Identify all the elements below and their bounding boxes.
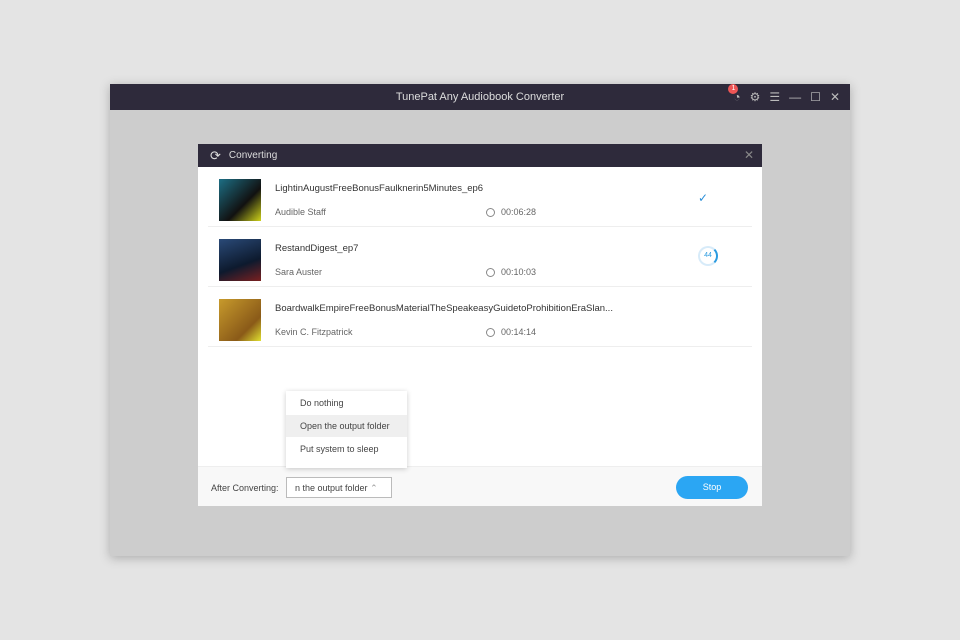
clock-icon	[486, 327, 495, 337]
settings-icon[interactable]: ⚙	[750, 90, 761, 104]
after-converting-label: After Converting:	[211, 483, 279, 493]
progress-ring: 44	[698, 246, 718, 266]
after-converting-select[interactable]: n the output folder ⌃	[286, 477, 392, 498]
history-icon[interactable]: ◔ 1	[728, 84, 741, 104]
list-item: LightinAugustFreeBonusFaulknerin5Minutes…	[208, 167, 752, 227]
minimize-button[interactable]: —	[789, 90, 801, 104]
option-sleep[interactable]: Put system to sleep	[286, 438, 407, 460]
dialog-close-icon[interactable]: ✕	[744, 148, 754, 162]
converting-dialog: ⟳ Converting ✕ LightinAugustFreeBonusFau…	[198, 144, 762, 506]
item-title: BoardwalkEmpireFreeBonusMaterialTheSpeak…	[275, 303, 613, 314]
app-title: TunePat Any Audiobook Converter	[395, 91, 565, 103]
maximize-button[interactable]: ☐	[810, 90, 821, 104]
option-open-output-folder[interactable]: Open the output folder	[286, 415, 407, 437]
check-icon: ✓	[698, 191, 709, 205]
list-item: BoardwalkEmpireFreeBonusMaterialTheSpeak…	[208, 287, 752, 347]
dialog-header: ⟳ Converting ✕	[198, 144, 762, 167]
item-author: Kevin C. Fitzpatrick	[275, 327, 353, 337]
item-duration: 00:06:28	[501, 207, 537, 217]
cover-image	[219, 299, 261, 341]
clock-icon	[486, 267, 495, 277]
dialog-title: Converting	[228, 150, 278, 161]
item-title: RestandDigest_ep7	[275, 243, 359, 254]
close-button[interactable]: ✕	[830, 90, 840, 104]
clock-icon	[486, 207, 495, 217]
dialog-footer: After Converting: n the output folder ⌃ …	[198, 466, 762, 506]
stop-button[interactable]: Stop	[676, 476, 748, 499]
item-duration: 00:14:14	[501, 327, 537, 337]
item-author: Sara Auster	[275, 267, 323, 277]
cover-image	[219, 239, 261, 281]
app-window: TunePat Any Audiobook Converter ◔ 1 ⚙ ☰ —…	[110, 84, 850, 556]
title-bar: TunePat Any Audiobook Converter ◔ 1 ⚙ ☰ —…	[110, 84, 850, 110]
list-item: RestandDigest_ep7 Sara Auster 00:10:03 4…	[208, 227, 752, 287]
cover-image	[219, 179, 261, 221]
item-author: Audible Staff	[275, 207, 326, 217]
select-value: n the output folder	[295, 483, 368, 493]
notification-badge: 1	[728, 84, 739, 94]
option-do-nothing[interactable]: Do nothing	[286, 392, 407, 414]
menu-icon[interactable]: ☰	[769, 90, 780, 104]
item-duration: 00:10:03	[501, 267, 537, 277]
after-converting-dropdown: Do nothing Open the output folder Put sy…	[286, 391, 407, 468]
item-title: LightinAugustFreeBonusFaulknerin5Minutes…	[275, 183, 484, 194]
refresh-icon: ⟳	[210, 147, 221, 163]
chevron-up-icon: ⌃	[370, 483, 378, 493]
